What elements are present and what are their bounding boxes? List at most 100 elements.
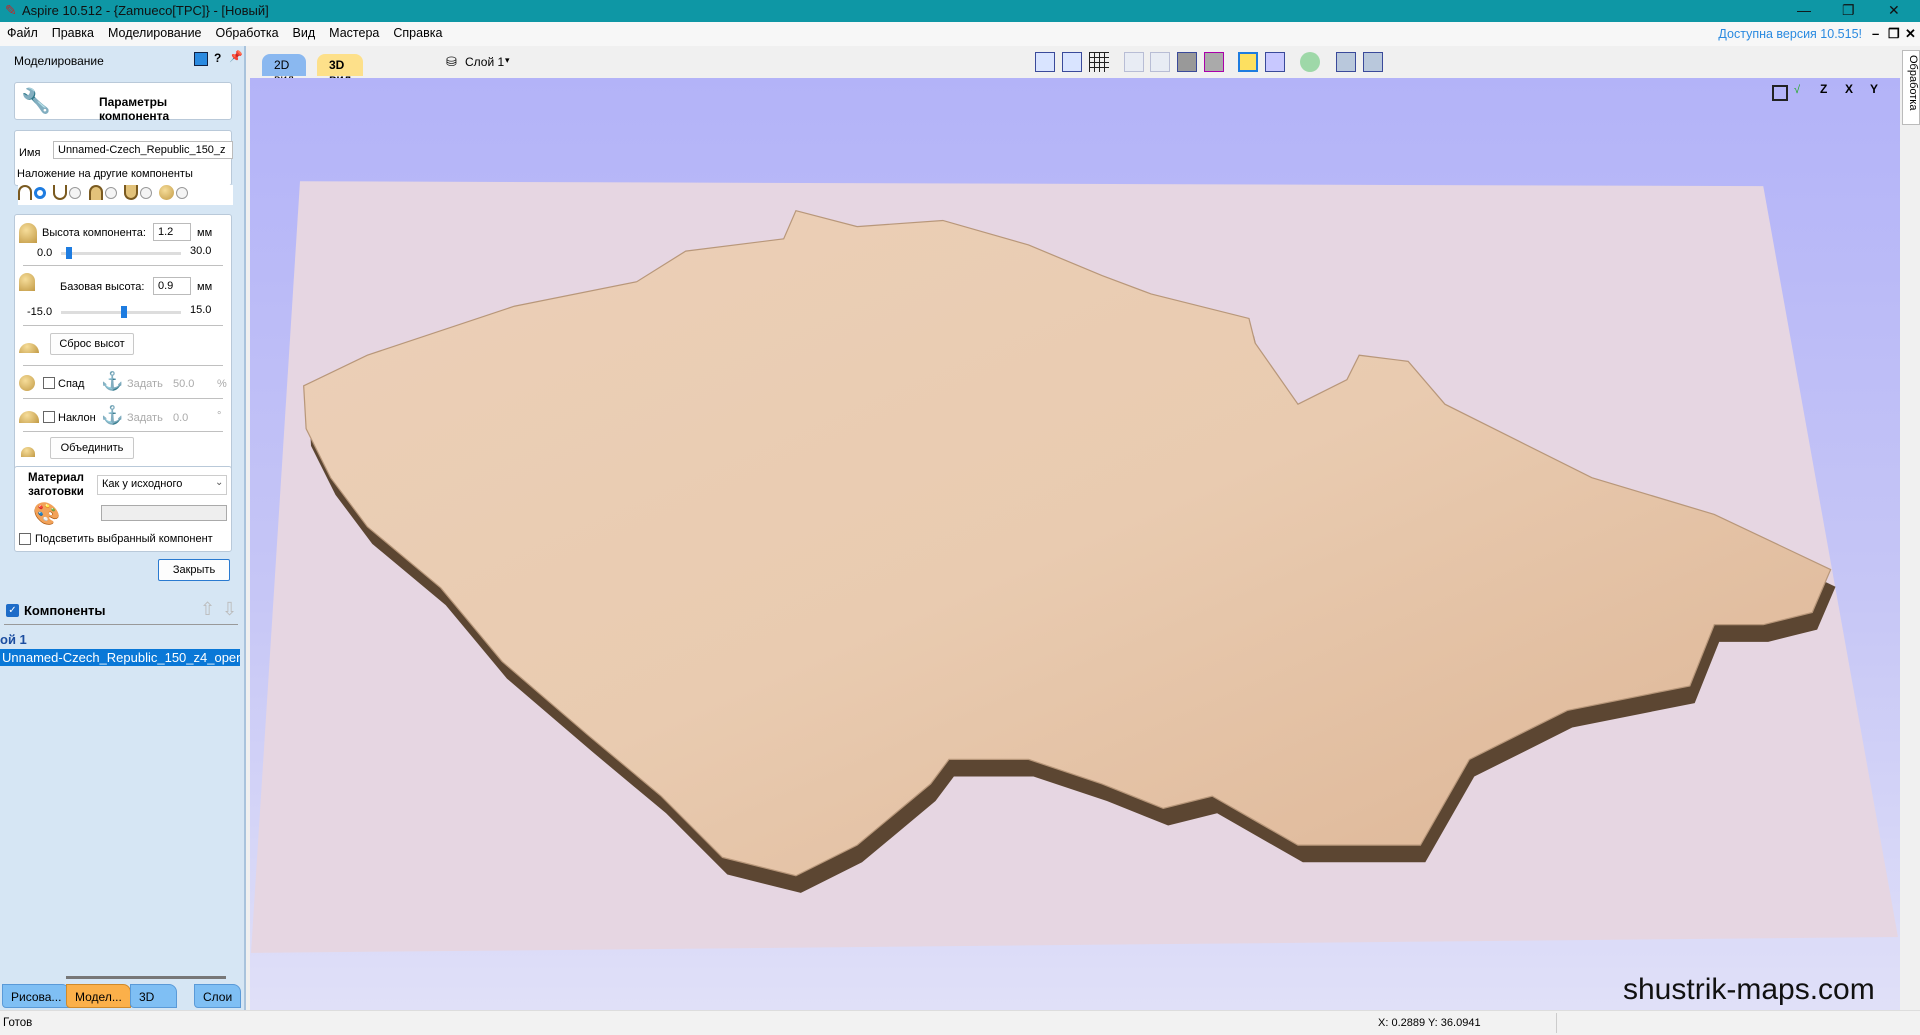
grid-icon[interactable] — [1089, 52, 1109, 72]
add-mode-icon — [18, 185, 32, 201]
tilt-unit: ° — [217, 410, 222, 422]
menu-help[interactable]: Справка — [386, 22, 449, 44]
pan-icon[interactable] — [1124, 52, 1144, 72]
minimize-icon[interactable]: — — [1797, 2, 1811, 18]
fade-set-button: Задать — [127, 378, 163, 390]
menu-modeling[interactable]: Моделирование — [101, 22, 209, 44]
mdi-close-icon[interactable]: ✕ — [1905, 26, 1916, 42]
material-select[interactable]: Как у исходного — [97, 475, 227, 495]
mdi-minimize-icon[interactable]: – — [1872, 26, 1879, 41]
wrench-icon: 🔧 — [21, 88, 51, 115]
chevron-down-icon: ⌄ — [215, 477, 224, 488]
menu-edit[interactable]: Правка — [45, 22, 101, 44]
components-checkbox[interactable]: ✓ — [6, 604, 19, 617]
base-slider-thumb[interactable] — [121, 306, 127, 318]
overlay-high-radio[interactable] — [104, 186, 117, 199]
base-label: Базовая высота: — [60, 281, 145, 293]
layout-horizontal-icon[interactable] — [1336, 52, 1356, 72]
name-section: Имя Unnamed-Czech_Republic_150_z Наложен… — [14, 130, 233, 186]
scale-icon[interactable] — [1035, 52, 1055, 72]
mdi-restore-icon[interactable]: ❐ — [1888, 26, 1900, 42]
update-link[interactable]: Доступна версия 10.515! — [1718, 27, 1862, 41]
menu-bar: Файл Правка Моделирование Обработка Вид Масте… — [0, 22, 1920, 46]
zoom-icon[interactable] — [1150, 52, 1170, 72]
zoom-box-icon[interactable] — [1204, 52, 1224, 72]
menu-toolpaths[interactable]: Обработка — [209, 22, 286, 44]
layer-icon: ⛁ — [446, 54, 457, 69]
horizontal-scrollbar[interactable] — [66, 976, 226, 979]
height-slider[interactable] — [61, 252, 181, 255]
cursor-coords: X: 0.2889 Y: 36.0941 — [1378, 1017, 1481, 1029]
zoom-all-icon[interactable] — [1177, 52, 1197, 72]
fade-label: Спад — [58, 378, 85, 390]
close-button[interactable]: Закрыть — [158, 559, 230, 581]
anchor-icon[interactable]: ⚓ — [101, 371, 123, 392]
merge-icon — [21, 447, 35, 457]
color-select[interactable] — [101, 505, 227, 521]
tab-layers[interactable]: Слои — [194, 984, 242, 1008]
window-title: Aspire 10.512 - {Zamueco[TPC]} - [Новый] — [22, 3, 269, 18]
material-label: Материал заготовки — [28, 472, 84, 498]
tab-3d-view[interactable]: 3D вид — [317, 54, 364, 86]
subtract-mode-icon — [53, 185, 68, 201]
material-icon[interactable] — [1300, 52, 1320, 72]
toolpaths-side-tab[interactable]: Обработка — [1902, 50, 1920, 125]
height-input[interactable]: 1.2 — [153, 223, 191, 241]
3d-view[interactable]: √ Z X Y shustrik-maps.com — [250, 78, 1900, 1010]
reset-heights-button[interactable]: Сброс высот — [50, 333, 134, 355]
watermark: shustrik-maps.com — [1623, 973, 1875, 1006]
overlay-low-radio[interactable] — [140, 186, 153, 199]
side-view-icon[interactable]: Y — [1870, 82, 1878, 96]
top-view-icon[interactable]: Z — [1820, 82, 1827, 96]
anchor-icon[interactable]: ⚓ — [101, 405, 123, 426]
height-slider-thumb[interactable] — [66, 247, 72, 259]
fade-unit: % — [217, 378, 227, 390]
shade-icon[interactable] — [1238, 52, 1258, 72]
tab-drawing[interactable]: Рисова... — [2, 984, 71, 1008]
name-input[interactable]: Unnamed-Czech_Republic_150_z — [53, 141, 233, 159]
fade-checkbox[interactable] — [43, 377, 55, 389]
menu-view[interactable]: Вид — [286, 22, 323, 44]
height-label: Высота компонента: — [42, 227, 146, 239]
layer-item[interactable]: ой 1 — [0, 632, 27, 647]
dock-icon[interactable] — [194, 52, 208, 66]
overlay-add-radio[interactable] — [34, 186, 46, 199]
component-params-header: 🔧 Параметры компонента — [14, 82, 232, 123]
toolpath-icon[interactable] — [1265, 52, 1285, 72]
iso-view-icon[interactable]: √ — [1794, 84, 1800, 96]
fit-view-icon[interactable] — [1772, 85, 1788, 101]
tab-2d-view[interactable]: 2D вид — [262, 54, 307, 86]
overlay-subtract-radio[interactable] — [69, 186, 82, 199]
component-item[interactable]: Unnamed-Czech_Republic_150_z4_open — [0, 649, 240, 666]
maximize-icon[interactable]: ❐ — [1842, 2, 1855, 19]
merge-button[interactable]: Объединить — [50, 437, 134, 459]
fade-icon — [19, 375, 35, 391]
multiply-mode-icon — [159, 185, 175, 201]
tilt-checkbox[interactable] — [43, 411, 55, 423]
front-view-icon[interactable]: X — [1845, 82, 1853, 96]
components-title: Компоненты — [24, 603, 106, 618]
panel-title: Моделирование — [14, 54, 104, 68]
tilt-set-button: Задать — [127, 412, 163, 424]
help-icon[interactable]: ? — [214, 51, 221, 65]
base-max: 15.0 — [190, 304, 212, 316]
layout-vertical-icon[interactable] — [1363, 52, 1383, 72]
menu-wizards[interactable]: Мастера — [322, 22, 386, 44]
preview-icon[interactable] — [1062, 52, 1082, 72]
highlight-checkbox[interactable] — [19, 533, 31, 545]
height-icon — [19, 223, 37, 243]
tab-3d-clipart[interactable]: 3D кол... — [130, 984, 177, 1028]
move-down-icon[interactable]: ⇩ — [222, 599, 237, 620]
base-input[interactable]: 0.9 — [153, 277, 191, 295]
menu-file[interactable]: Файл — [0, 22, 45, 44]
modeling-panel: Моделирование ? 📌 🔧 Параметры компонента… — [0, 46, 246, 1010]
tilt-icon — [19, 411, 39, 423]
overlay-multiply-radio[interactable] — [176, 186, 189, 199]
layer-dropdown[interactable]: Слой 1 — [465, 55, 504, 69]
height-section: Высота компонента: 1.2 мм 0.0 30.0 Базов… — [14, 214, 232, 506]
move-up-icon[interactable]: ⇧ — [200, 599, 215, 620]
tab-modeling[interactable]: Модел... — [66, 984, 131, 1008]
close-icon[interactable]: ✕ — [1888, 2, 1900, 19]
height-unit: мм — [197, 227, 213, 239]
pin-icon[interactable]: 📌 — [229, 50, 243, 63]
